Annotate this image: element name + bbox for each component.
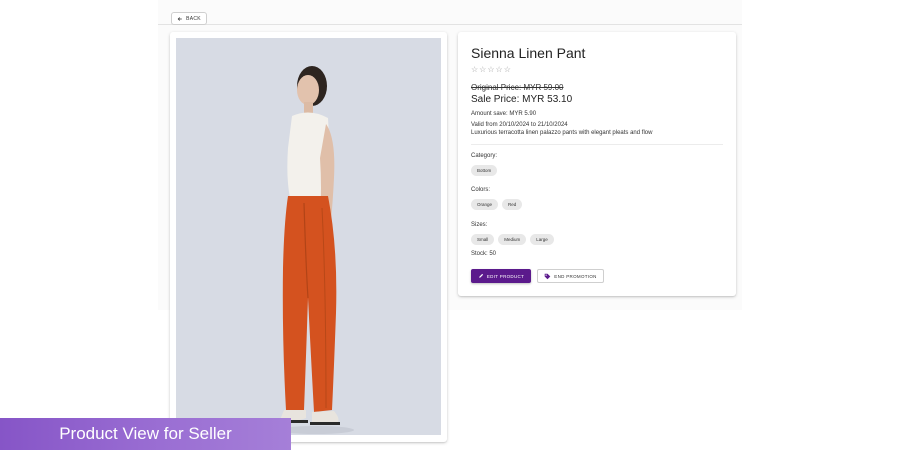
size-chips: Small Medium Large	[471, 234, 554, 245]
star-outline-icon[interactable]: ☆	[487, 65, 494, 75]
promotion-validity: Valid from 20/10/2024 to 21/10/2024	[471, 122, 568, 128]
size-chip: Large	[530, 234, 554, 245]
amount-save: Amount save: MYR 5.90	[471, 111, 537, 117]
category-label: Category:	[471, 153, 498, 159]
product-details-card: Sienna Linen Pant ☆ ☆ ☆ ☆ ☆ Original Pri…	[458, 32, 736, 296]
product-image	[176, 38, 441, 435]
product-description: Luxurious terracotta linen palazzo pants…	[471, 130, 653, 136]
original-price: Original Price: MYR 59.00	[471, 83, 564, 92]
back-button[interactable]: BACK	[171, 12, 207, 25]
pencil-icon	[479, 273, 483, 278]
star-outline-icon[interactable]: ☆	[471, 65, 478, 75]
sizes-label: Sizes:	[471, 222, 488, 228]
end-promotion-button[interactable]: END PROMOTION	[537, 269, 604, 283]
edit-product-label: EDIT PRODUCT	[486, 273, 525, 279]
size-chip: Medium	[498, 234, 527, 245]
colors-label: Colors:	[471, 187, 491, 193]
color-chip: Orange	[471, 199, 499, 210]
category-chip: Bottom	[471, 165, 498, 176]
category-chips: Bottom	[471, 165, 498, 176]
edit-product-button[interactable]: EDIT PRODUCT	[471, 269, 531, 283]
caption-text: Product View for Seller	[59, 424, 232, 443]
end-promotion-label: END PROMOTION	[554, 273, 597, 279]
product-image-card	[170, 32, 447, 442]
star-outline-icon[interactable]: ☆	[504, 65, 511, 75]
arrow-left-icon	[177, 16, 182, 21]
back-button-label: BACK	[186, 15, 201, 22]
star-outline-icon[interactable]: ☆	[479, 65, 486, 75]
rating-stars[interactable]: ☆ ☆ ☆ ☆ ☆	[471, 65, 511, 75]
product-title: Sienna Linen Pant	[471, 45, 586, 61]
top-divider	[158, 24, 742, 25]
stock-count: Stock: 50	[471, 251, 497, 257]
caption-banner: Product View for Seller	[0, 418, 291, 450]
details-divider	[471, 144, 723, 145]
star-outline-icon[interactable]: ☆	[496, 65, 503, 75]
sale-price: Sale Price: MYR 53.10	[471, 94, 573, 105]
size-chip: Small	[471, 234, 495, 245]
tag-icon	[544, 273, 551, 279]
color-chip: Red	[502, 199, 523, 210]
color-chips: Orange Red	[471, 199, 523, 210]
